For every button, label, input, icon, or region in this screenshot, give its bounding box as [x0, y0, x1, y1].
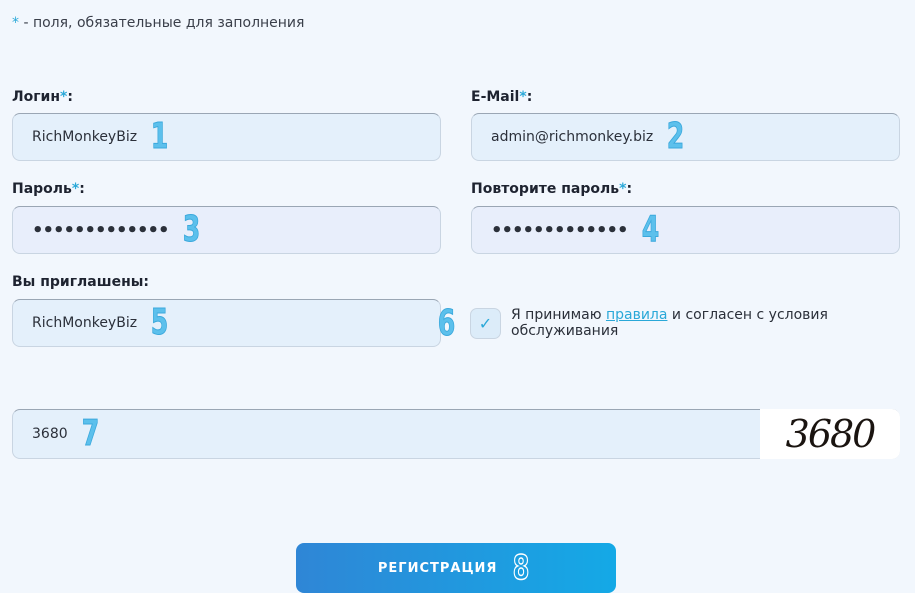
register-button-label: РЕГИСТРАЦИЯ — [377, 560, 498, 576]
rules-link[interactable]: правила — [606, 307, 668, 323]
marker-1: 1 — [150, 116, 169, 157]
password-repeat-value: ••••••••••••• — [491, 219, 629, 241]
invited-label: Вы приглашены: — [12, 274, 150, 290]
marker-2: 2 — [667, 116, 685, 157]
required-fields-note: * - поля, обязательные для заполнения — [12, 15, 304, 31]
captcha-image-text: 3680 — [785, 412, 877, 456]
register-button[interactable]: РЕГИСТРАЦИЯ 8 — [296, 543, 616, 593]
email-input[interactable]: admin@richmonkey.biz 2 — [471, 113, 900, 161]
marker-6: 6 — [437, 303, 456, 344]
email-value: admin@richmonkey.biz — [491, 129, 654, 145]
agree-text: Я принимаю правила и согласен с условия … — [511, 307, 828, 339]
email-label: E-Mail*: — [471, 89, 533, 105]
required-star: * — [12, 15, 19, 31]
marker-5: 5 — [150, 302, 169, 343]
login-input[interactable]: RichMonkeyBiz 1 — [12, 113, 441, 161]
login-label: Логин*: — [12, 89, 73, 105]
marker-3: 3 — [182, 209, 200, 250]
check-icon: ✓ — [478, 314, 493, 333]
marker-4: 4 — [641, 209, 659, 250]
marker-7: 7 — [81, 413, 99, 454]
agree-checkbox[interactable]: ✓ — [470, 308, 501, 339]
password-input[interactable]: ••••••••••••• 3 — [12, 206, 441, 254]
invited-input[interactable]: RichMonkeyBiz 5 — [12, 299, 441, 347]
required-note-text: - поля, обязательные для заполнения — [19, 15, 305, 31]
marker-8: 8 — [513, 548, 531, 588]
captcha-value: 3680 — [32, 426, 68, 442]
password-repeat-label: Повторите пароль*: — [471, 181, 633, 197]
password-repeat-input[interactable]: ••••••••••••• 4 — [471, 206, 900, 254]
password-value: ••••••••••••• — [32, 219, 170, 241]
password-label: Пароль*: — [12, 181, 85, 197]
captcha-image: 3680 — [760, 409, 900, 459]
login-value: RichMonkeyBiz — [32, 129, 138, 145]
invited-value: RichMonkeyBiz — [32, 315, 138, 331]
